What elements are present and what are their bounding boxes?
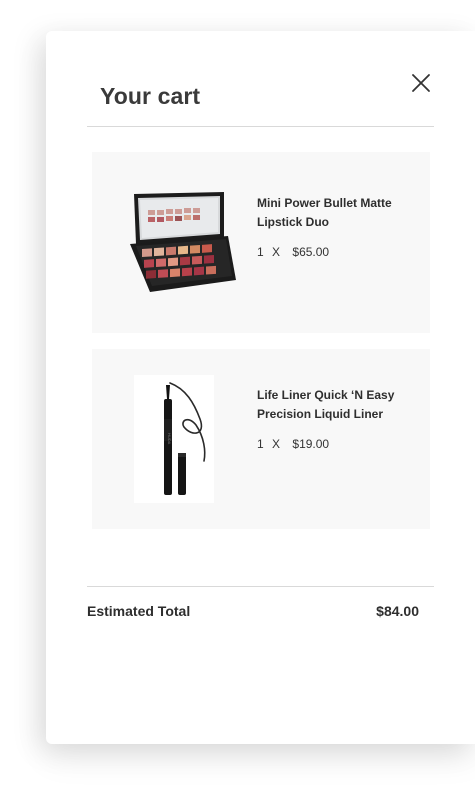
- close-icon: [412, 74, 430, 92]
- quantity-multiplier: X: [272, 437, 281, 451]
- cart-item[interactable]: Mini Power Bullet Matte Lipstick Duo 1 X…: [92, 152, 430, 333]
- total-divider: [87, 586, 434, 587]
- svg-text:HUDA: HUDA: [167, 433, 172, 445]
- item-price: $19.00: [292, 437, 330, 451]
- cart-panel: Your cart Mini Power Bullet Matte Lipsti…: [46, 31, 475, 744]
- header-divider: [87, 126, 434, 127]
- item-price: $65.00: [292, 245, 330, 259]
- item-info: Life Liner Quick ‘N Easy Precision Liqui…: [257, 386, 417, 452]
- item-info: Mini Power Bullet Matte Lipstick Duo 1 X…: [257, 194, 417, 260]
- cart-item[interactable]: HUDA Life Liner Quick ‘N Easy Precision …: [92, 349, 430, 529]
- cart-title: Your cart: [100, 83, 201, 109]
- close-button[interactable]: [408, 70, 434, 96]
- page: Your cart Mini Power Bullet Matte Lipsti…: [0, 0, 475, 792]
- estimated-total-value: $84.00: [376, 603, 419, 619]
- item-name[interactable]: Life Liner Quick ‘N Easy Precision Liqui…: [257, 386, 417, 424]
- item-quantity: 1: [257, 437, 264, 451]
- estimated-total-row: Estimated Total $84.00: [87, 603, 419, 619]
- item-price-row: 1 X $19.00: [257, 436, 417, 452]
- liquid-eyeliner-image: HUDA: [134, 375, 214, 503]
- eyeshadow-palette-image: [128, 186, 238, 304]
- quantity-multiplier: X: [272, 245, 281, 259]
- estimated-total-label: Estimated Total: [87, 603, 191, 619]
- item-quantity: 1: [257, 245, 264, 259]
- item-price-row: 1 X $65.00: [257, 244, 417, 260]
- item-name[interactable]: Mini Power Bullet Matte Lipstick Duo: [257, 194, 417, 232]
